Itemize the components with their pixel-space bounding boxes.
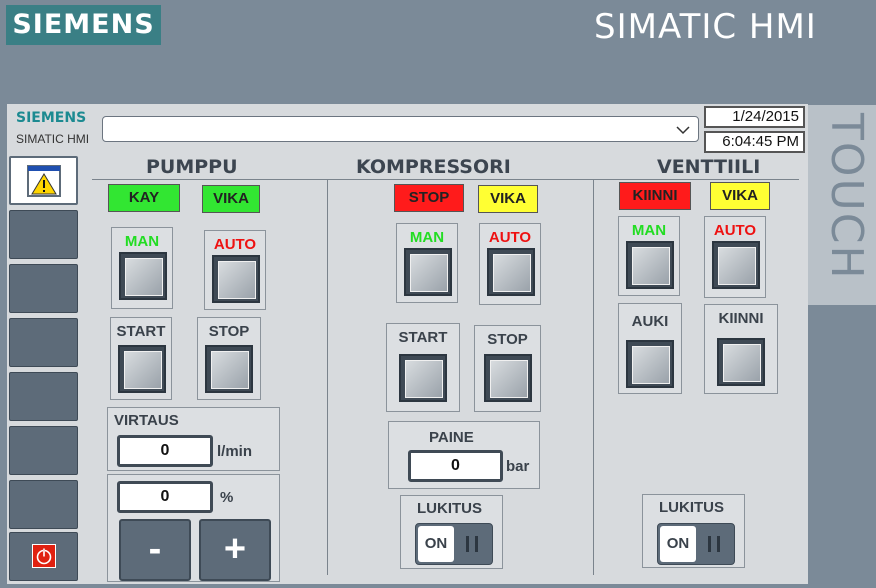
toggle-grip-icon	[466, 536, 478, 552]
compressor-stop-switch[interactable]: STOP	[474, 325, 541, 412]
nav-button-6[interactable]	[9, 480, 78, 529]
header-divider	[92, 179, 799, 180]
valve-close-key[interactable]	[717, 338, 765, 386]
toggle-grip-icon	[708, 536, 720, 552]
decrease-button[interactable]: -	[119, 519, 191, 581]
pump-auto-label: AUTO	[213, 236, 257, 253]
screen-product: SIMATIC HMI	[16, 132, 90, 146]
nav-button-4[interactable]	[9, 372, 78, 421]
compressor-man-label: MAN	[409, 229, 445, 246]
power-icon	[32, 544, 56, 568]
valve-lock-on-label: ON	[660, 526, 696, 562]
alarm-warning-icon	[27, 165, 61, 197]
compressor-start-switch[interactable]: START	[386, 323, 460, 412]
pressure-label: PAINE	[429, 429, 474, 446]
pump-man-label: MAN	[124, 233, 160, 250]
pump-auto-key[interactable]	[212, 255, 260, 303]
compressor-auto-switch[interactable]: AUTO	[479, 223, 541, 305]
valve-open-key[interactable]	[626, 340, 674, 388]
flow-panel: VIRTAUS 0 l/min	[107, 407, 280, 471]
flow-label: VIRTAUS	[114, 412, 179, 429]
compressor-fault-indicator: VIKA	[478, 185, 538, 213]
valve-man-key[interactable]	[626, 241, 674, 289]
percent-unit: %	[220, 489, 234, 506]
alarm-dropdown[interactable]	[102, 116, 699, 142]
hmi-screen: SIEMENS SIMATIC HMI 1/24/2015 6:04:45 PM	[7, 104, 808, 584]
pump-start-label: START	[116, 323, 166, 340]
compressor-state-indicator: STOP	[394, 184, 464, 212]
compressor-man-switch[interactable]: MAN	[396, 223, 458, 303]
flow-value: 0	[117, 435, 213, 467]
screen-brand: SIEMENS	[16, 110, 87, 126]
nav-button-1[interactable]	[9, 210, 78, 259]
compressor-start-label: START	[398, 329, 448, 346]
valve-state-indicator: KIINNI	[619, 182, 691, 210]
pressure-panel: PAINE 0 bar	[388, 421, 540, 489]
hmi-frame: SIEMENS SIMATIC HMI TOUCH SIEMENS SIMATI…	[0, 0, 876, 588]
pump-stop-key[interactable]	[205, 345, 253, 393]
valve-lock-panel: LUKITUS ON	[642, 494, 745, 568]
compressor-auto-key[interactable]	[487, 248, 535, 296]
compressor-man-key[interactable]	[404, 248, 452, 296]
pump-start-switch[interactable]: START	[110, 317, 172, 400]
compressor-lock-panel: LUKITUS ON	[400, 495, 503, 569]
divider-left	[327, 180, 328, 575]
touch-label: TOUCH	[821, 113, 872, 281]
compressor-stop-label: STOP	[487, 331, 528, 348]
siemens-logo: SIEMENS	[6, 5, 161, 45]
valve-open-switch[interactable]: AUKI	[618, 303, 682, 394]
venttiili-title: VENTTIILI	[657, 156, 761, 178]
pump-man-switch[interactable]: MAN	[111, 227, 173, 309]
pump-stop-switch[interactable]: STOP	[197, 317, 261, 400]
chevron-down-icon[interactable]	[676, 123, 690, 137]
pump-start-key[interactable]	[118, 345, 166, 393]
flow-unit: l/min	[217, 443, 253, 460]
compressor-auto-label: AUTO	[488, 229, 532, 246]
kompressori-title: KOMPRESSORI	[356, 156, 511, 178]
pump-stop-label: STOP	[208, 323, 250, 340]
valve-lock-toggle[interactable]: ON	[657, 523, 735, 565]
product-title: SIMATIC HMI	[594, 7, 817, 47]
valve-auto-key[interactable]	[712, 241, 760, 289]
speed-panel: 0 % - +	[107, 474, 280, 582]
power-button[interactable]	[9, 532, 78, 581]
alarm-screen-button[interactable]	[9, 156, 78, 205]
valve-close-switch[interactable]: KIINNI	[704, 304, 778, 394]
pump-fault-indicator: VIKA	[202, 185, 260, 213]
valve-lock-label: LUKITUS	[659, 499, 724, 516]
divider-right	[593, 180, 594, 575]
valve-auto-switch[interactable]: AUTO	[704, 216, 766, 298]
pump-auto-switch[interactable]: AUTO	[204, 230, 266, 310]
compressor-start-key[interactable]	[399, 354, 447, 402]
pumppu-title: PUMPPU	[146, 156, 238, 178]
increase-button[interactable]: +	[199, 519, 271, 581]
pressure-unit: bar	[506, 458, 530, 475]
nav-button-3[interactable]	[9, 318, 78, 367]
valve-man-switch[interactable]: MAN	[618, 216, 680, 296]
compressor-lock-label: LUKITUS	[417, 500, 482, 517]
nav-button-5[interactable]	[9, 426, 78, 475]
nav-button-2[interactable]	[9, 264, 78, 313]
valve-man-label: MAN	[631, 222, 667, 239]
compressor-lock-on-label: ON	[418, 526, 454, 562]
valve-auto-label: AUTO	[713, 222, 757, 239]
date-display: 1/24/2015	[704, 106, 805, 128]
time-display: 6:04:45 PM	[704, 131, 805, 153]
valve-open-label: AUKI	[631, 313, 669, 330]
percent-input[interactable]: 0	[117, 481, 213, 513]
valve-fault-indicator: VIKA	[710, 182, 770, 210]
pump-man-key[interactable]	[119, 252, 167, 300]
valve-close-label: KIINNI	[718, 310, 764, 327]
pressure-value: 0	[408, 450, 503, 482]
compressor-stop-key[interactable]	[484, 354, 532, 402]
compressor-lock-toggle[interactable]: ON	[415, 523, 493, 565]
pump-run-indicator: KAY	[108, 184, 180, 212]
